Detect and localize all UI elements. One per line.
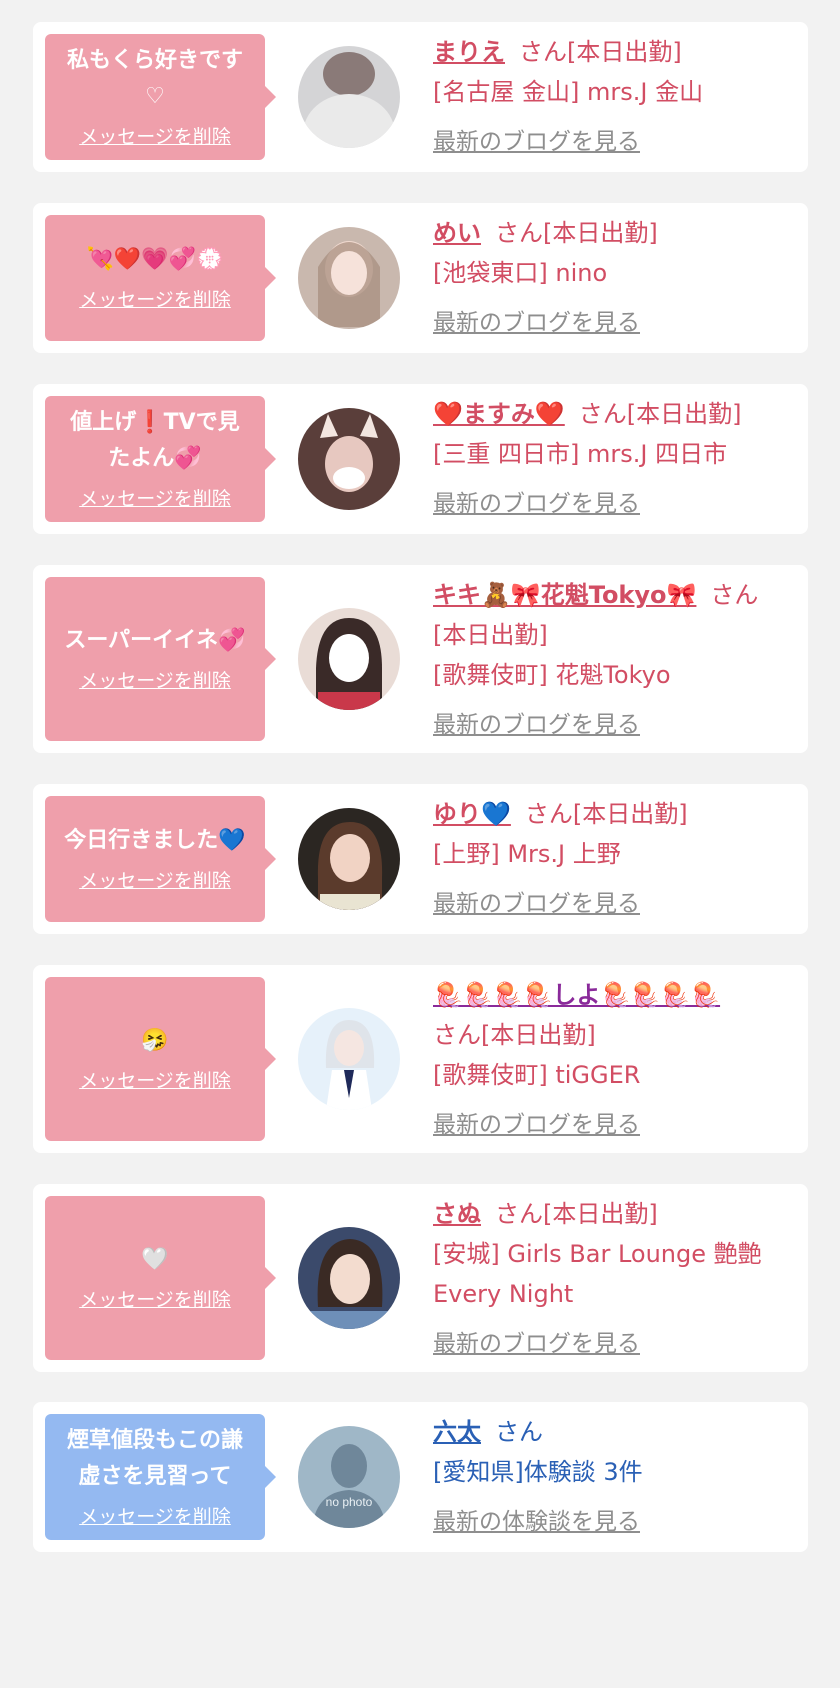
- avatar[interactable]: [298, 1008, 400, 1110]
- cast-name-link[interactable]: さぬ: [433, 1200, 481, 1228]
- cast-status: さん: [710, 581, 759, 609]
- message-text: 値上げ❗️TVで見たよん💞: [70, 410, 240, 471]
- latest-blog-link[interactable]: 最新のブログを見る: [433, 303, 640, 343]
- avatar[interactable]: [298, 608, 400, 710]
- no-photo-label: no photo: [326, 1495, 373, 1509]
- cast-info: さぬ さん[本日出勤] [安城] Girls Bar Lounge 艶艶 Ever…: [433, 1194, 792, 1364]
- cast-name-link[interactable]: まりえ: [433, 38, 505, 66]
- message-bubble: 煙草値段もこの謙虚さを見習って メッセージを削除: [45, 1414, 276, 1540]
- cast-info: 🪼🪼🪼🪼しよ🪼🪼🪼🪼 さん[本日出勤] [歌舞伎町] tiGGER 最新のブログ…: [433, 975, 792, 1145]
- user-name-link[interactable]: 六太: [433, 1418, 481, 1446]
- cast-name-link[interactable]: ゆり💙: [433, 800, 511, 828]
- review-count: [愛知県]体験談 3件: [433, 1458, 643, 1486]
- latest-blog-link[interactable]: 最新のブログを見る: [433, 1324, 640, 1364]
- shop-name: [上野] Mrs.J 上野: [433, 840, 621, 868]
- user-info: 六太 さん [愛知県]体験談 3件 最新の体験談を見る: [433, 1412, 792, 1542]
- shop-name: [名古屋 金山] mrs.J 金山: [433, 78, 704, 106]
- avatar[interactable]: [298, 227, 400, 329]
- cast-info: ゆり💙 さん[本日出勤] [上野] Mrs.J 上野 最新のブログを見る: [433, 794, 792, 924]
- message-text: 私もくら好きです♡: [66, 48, 243, 109]
- delete-message-link[interactable]: メッセージを削除: [79, 867, 231, 895]
- latest-review-link[interactable]: 最新の体験談を見る: [433, 1502, 640, 1542]
- delete-message-link[interactable]: メッセージを削除: [79, 1503, 231, 1531]
- message-bubble: 💘❤️💗💞💮 メッセージを削除: [45, 215, 276, 341]
- shop-name: [歌舞伎町] tiGGER: [433, 1061, 641, 1089]
- delete-message-link[interactable]: メッセージを削除: [79, 485, 231, 513]
- shop-name: [三重 四日市] mrs.J 四日市: [433, 440, 728, 468]
- cast-name-link[interactable]: 🪼🪼🪼🪼しよ🪼🪼🪼🪼: [433, 981, 720, 1009]
- cast-status: さん[本日出勤]: [495, 1200, 658, 1228]
- delete-message-link[interactable]: メッセージを削除: [79, 286, 231, 314]
- latest-blog-link[interactable]: 最新のブログを見る: [433, 705, 640, 745]
- message-card: 💘❤️💗💞💮 メッセージを削除 めい さん[本日出勤] [池袋東口] nino 最…: [33, 203, 808, 353]
- cast-status: さん[本日出勤]: [495, 219, 658, 247]
- message-card: 今日行きました💙 メッセージを削除 ゆり💙 さん[本日出勤] [上野] Mrs.J…: [33, 784, 808, 934]
- message-bubble: 値上げ❗️TVで見たよん💞 メッセージを削除: [45, 396, 276, 522]
- user-suffix: さん: [495, 1418, 543, 1446]
- avatar[interactable]: no photo: [298, 1426, 400, 1528]
- cast-info: まりえ さん[本日出勤] [名古屋 金山] mrs.J 金山 最新のブログを見る: [433, 32, 792, 162]
- latest-blog-link[interactable]: 最新のブログを見る: [433, 884, 640, 924]
- cast-attendance: [本日出勤]: [433, 621, 548, 649]
- message-bubble: 🤍 メッセージを削除: [45, 1196, 276, 1360]
- cast-status: さん[本日出勤]: [524, 800, 688, 828]
- delete-message-link[interactable]: メッセージを削除: [79, 1067, 231, 1095]
- avatar[interactable]: [298, 46, 400, 148]
- message-card: スーパーイイネ💞 メッセージを削除 キキ🧸🎀花魁Tokyo🎀 さん [本日出勤] …: [33, 565, 808, 753]
- message-bubble: 私もくら好きです♡ メッセージを削除: [45, 34, 276, 160]
- latest-blog-link[interactable]: 最新のブログを見る: [433, 122, 640, 162]
- delete-message-link[interactable]: メッセージを削除: [79, 123, 231, 151]
- shop-name: [歌舞伎町] 花魁Tokyo: [433, 661, 671, 689]
- message-card: 🤧 メッセージを削除 🪼🪼🪼🪼しよ🪼🪼🪼🪼 さん[本日出勤] [歌舞伎町] ti…: [33, 965, 808, 1153]
- message-text: 今日行きました💙: [64, 828, 246, 853]
- cast-info: キキ🧸🎀花魁Tokyo🎀 さん [本日出勤] [歌舞伎町] 花魁Tokyo 最新の…: [433, 575, 792, 745]
- delete-message-link[interactable]: メッセージを削除: [79, 667, 231, 695]
- silhouette-icon: no photo: [298, 1426, 400, 1528]
- latest-blog-link[interactable]: 最新のブログを見る: [433, 1105, 640, 1145]
- delete-message-link[interactable]: メッセージを削除: [79, 1286, 231, 1314]
- cast-info: めい さん[本日出勤] [池袋東口] nino 最新のブログを見る: [433, 213, 792, 343]
- message-text: 🤍: [141, 1247, 169, 1272]
- latest-blog-link[interactable]: 最新のブログを見る: [433, 484, 640, 524]
- avatar[interactable]: [298, 1227, 400, 1329]
- cast-name-link[interactable]: キキ🧸🎀花魁Tokyo🎀: [433, 581, 696, 609]
- avatar[interactable]: [298, 408, 400, 510]
- message-card: 🤍 メッセージを削除 さぬ さん[本日出勤] [安城] Girls Bar Lou…: [33, 1184, 808, 1372]
- message-text: 🤧: [141, 1028, 169, 1053]
- cast-name-link[interactable]: めい: [433, 219, 481, 247]
- message-card: 値上げ❗️TVで見たよん💞 メッセージを削除 ❤️ますみ❤️ さん[本日出勤] […: [33, 384, 808, 534]
- message-card: 私もくら好きです♡ メッセージを削除 まりえ さん[本日出勤] [名古屋 金山] …: [33, 22, 808, 172]
- message-bubble: スーパーイイネ💞 メッセージを削除: [45, 577, 276, 741]
- message-bubble: 🤧 メッセージを削除: [45, 977, 276, 1141]
- cast-status: さん[本日出勤]: [433, 1021, 596, 1049]
- message-text: スーパーイイネ💞: [64, 628, 246, 653]
- message-bubble: 今日行きました💙 メッセージを削除: [45, 796, 276, 922]
- cast-name-link[interactable]: ❤️ますみ❤️: [433, 400, 565, 428]
- message-text: 煙草値段もこの謙虚さを見習って: [66, 1428, 243, 1489]
- shop-name: [池袋東口] nino: [433, 259, 608, 287]
- message-text: 💘❤️💗💞💮: [86, 247, 224, 272]
- shop-name: [安城] Girls Bar Lounge 艶艶 Every Night: [433, 1240, 762, 1308]
- cast-info: ❤️ますみ❤️ さん[本日出勤] [三重 四日市] mrs.J 四日市 最新のブロ…: [433, 394, 792, 524]
- message-card: 煙草値段もこの謙虚さを見習って メッセージを削除 no photo 六太 さん […: [33, 1402, 808, 1552]
- cast-status: さん[本日出勤]: [519, 38, 682, 66]
- cast-status: さん[本日出勤]: [578, 400, 742, 428]
- message-list: 私もくら好きです♡ メッセージを削除 まりえ さん[本日出勤] [名古屋 金山] …: [0, 0, 840, 1688]
- avatar[interactable]: [298, 808, 400, 910]
